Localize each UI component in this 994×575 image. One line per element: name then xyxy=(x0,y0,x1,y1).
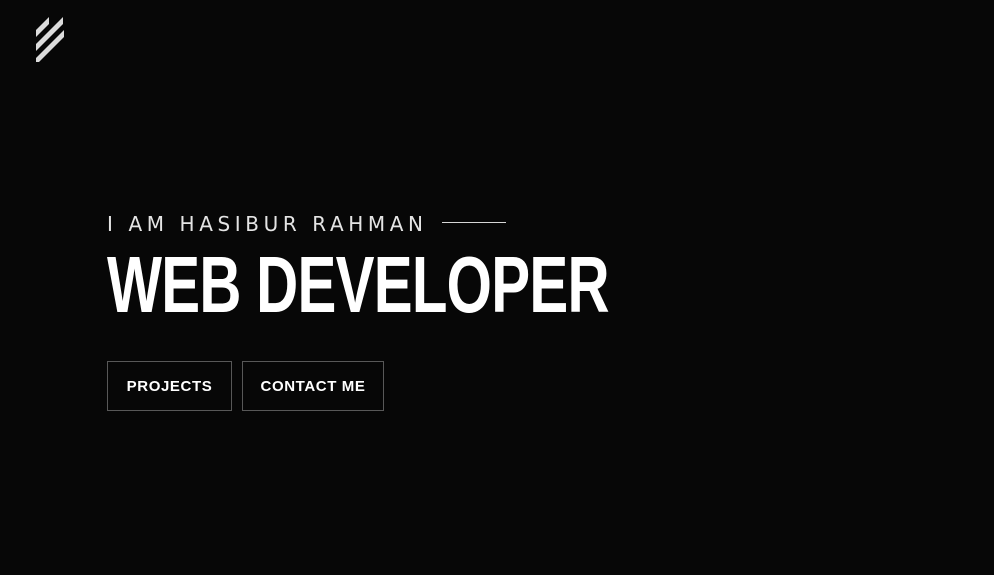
hero-section: I AM HASIBUR RAHMAN WEB DEVELOPER xyxy=(107,211,796,329)
hero-title: WEB DEVELOPER xyxy=(107,240,610,329)
contact-me-button[interactable]: CONTACT ME xyxy=(242,361,384,411)
hero-actions: PROJECTS CONTACT ME xyxy=(107,361,384,411)
intro-text: I AM HASIBUR RAHMAN xyxy=(107,212,428,236)
intro-divider-line xyxy=(441,221,506,223)
stripes-logo-icon[interactable] xyxy=(33,14,69,62)
projects-button[interactable]: PROJECTS xyxy=(107,361,232,411)
intro-row: I AM HASIBUR RAHMAN xyxy=(107,211,796,237)
